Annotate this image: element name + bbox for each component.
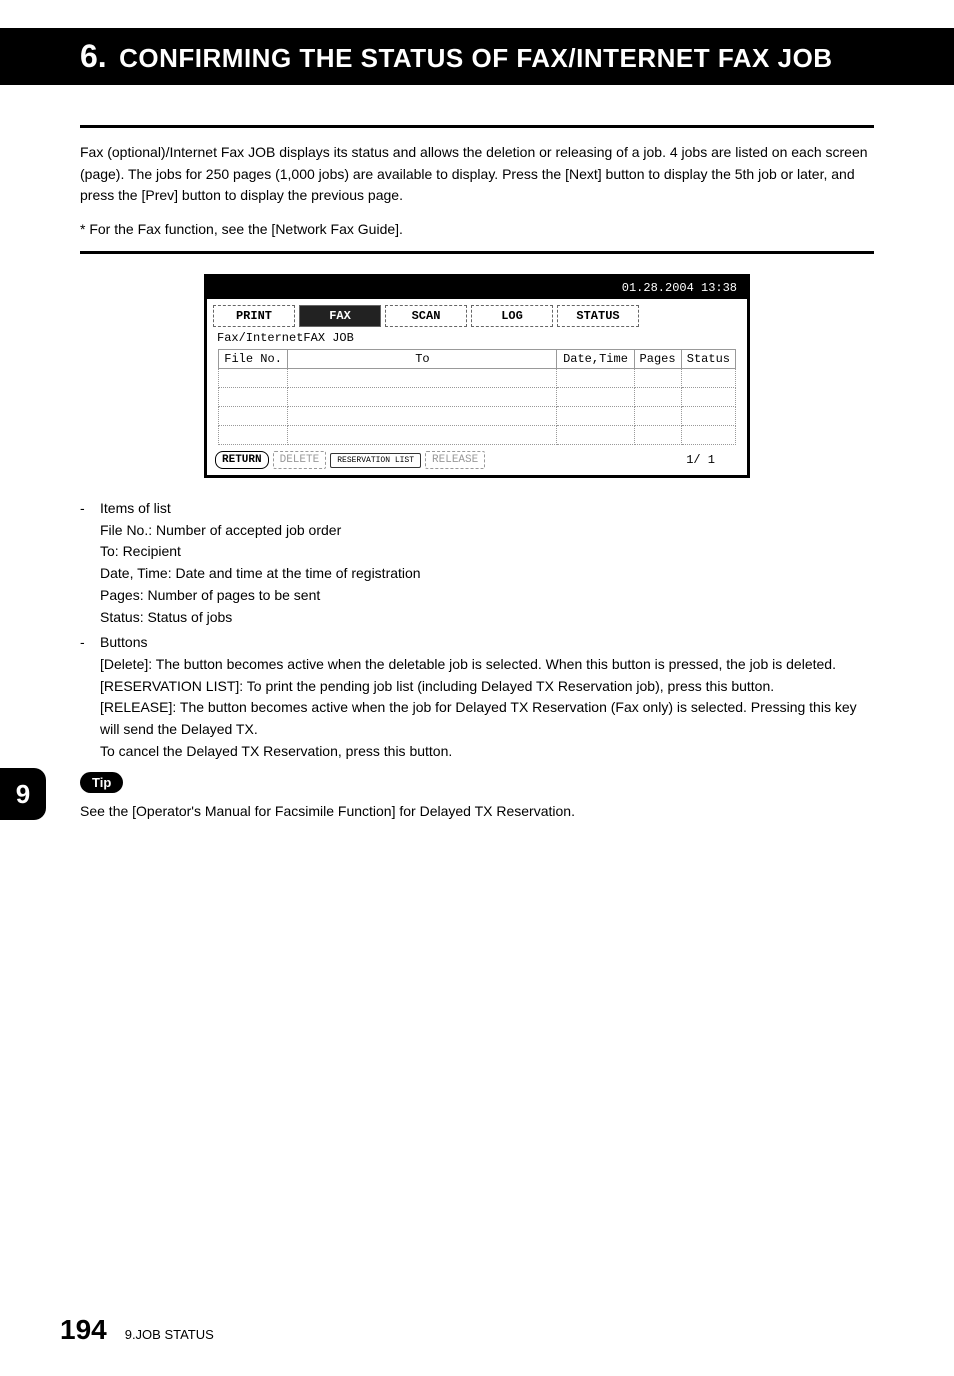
- col-pages: Pages: [634, 350, 681, 369]
- table-header-row: File No. To Date,Time Pages Status: [218, 350, 735, 369]
- col-to: To: [288, 350, 557, 369]
- button-desc-line: [RESERVATION LIST]: To print the pending…: [100, 676, 874, 698]
- col-datetime: Date,Time: [557, 350, 634, 369]
- note-line: * For the Fax function, see the [Network…: [80, 221, 874, 237]
- button-desc-line: [Delete]: The button becomes active when…: [100, 654, 874, 676]
- list-items-of-list: - Items of list File No.: Number of acce…: [80, 498, 874, 628]
- item-line: Status: Status of jobs: [100, 607, 874, 629]
- col-status: Status: [681, 350, 736, 369]
- device-button-row: RETURN DELETE RESERVATION LIST RELEASE 1…: [207, 445, 747, 475]
- table-row: [218, 426, 735, 445]
- page-footer: 194 9.JOB STATUS: [60, 1314, 214, 1346]
- tab-status[interactable]: STATUS: [557, 305, 639, 327]
- tab-scan[interactable]: SCAN: [385, 305, 467, 327]
- return-button[interactable]: RETURN: [215, 451, 269, 469]
- chapter-header: 6. CONFIRMING THE STATUS OF FAX/INTERNET…: [0, 28, 954, 85]
- table-row: [218, 369, 735, 388]
- release-button[interactable]: RELEASE: [425, 451, 485, 469]
- item-line: To: Recipient: [100, 541, 874, 563]
- item-line: File No.: Number of accepted job order: [100, 520, 874, 542]
- page-number: 194: [60, 1314, 107, 1346]
- item-line: Date, Time: Date and time at the time of…: [100, 563, 874, 585]
- delete-button[interactable]: DELETE: [273, 451, 327, 469]
- tip-badge: Tip: [80, 772, 123, 793]
- buttons-heading: Buttons: [100, 632, 874, 654]
- tip-text: See the [Operator's Manual for Facsimile…: [80, 801, 874, 823]
- tab-fax[interactable]: FAX: [299, 305, 381, 327]
- tab-log[interactable]: LOG: [471, 305, 553, 327]
- device-job-table: File No. To Date,Time Pages Status: [218, 349, 736, 445]
- device-subtitle: Fax/InternetFAX JOB: [207, 329, 747, 347]
- side-chapter-tab: 9: [0, 768, 46, 820]
- table-row: [218, 407, 735, 426]
- footer-section-label: 9.JOB STATUS: [125, 1327, 214, 1342]
- button-desc-line: [RELEASE]: The button becomes active whe…: [100, 697, 874, 740]
- item-line: Pages: Number of pages to be sent: [100, 585, 874, 607]
- rule-top: [80, 125, 874, 128]
- intro-paragraph: Fax (optional)/Internet Fax JOB displays…: [80, 142, 874, 207]
- list-buttons: - Buttons [Delete]: The button becomes a…: [80, 632, 874, 762]
- device-datetime: 01.28.2004 13:38: [207, 277, 747, 299]
- button-desc-line: To cancel the Delayed TX Reservation, pr…: [100, 741, 874, 763]
- rule-bottom: [80, 251, 874, 254]
- bullet: -: [80, 498, 100, 628]
- col-fileno: File No.: [218, 350, 288, 369]
- tab-print[interactable]: PRINT: [213, 305, 295, 327]
- table-row: [218, 388, 735, 407]
- items-heading: Items of list: [100, 498, 874, 520]
- chapter-title: CONFIRMING THE STATUS OF FAX/INTERNET FA…: [119, 43, 832, 73]
- bullet: -: [80, 632, 100, 762]
- reservation-list-button[interactable]: RESERVATION LIST: [330, 453, 421, 468]
- pager-label: 1/ 1: [686, 453, 739, 467]
- chapter-number: 6.: [80, 38, 107, 74]
- device-screenshot: 01.28.2004 13:38 PRINT FAX SCAN LOG STAT…: [80, 274, 874, 478]
- device-tab-row: PRINT FAX SCAN LOG STATUS: [207, 299, 747, 329]
